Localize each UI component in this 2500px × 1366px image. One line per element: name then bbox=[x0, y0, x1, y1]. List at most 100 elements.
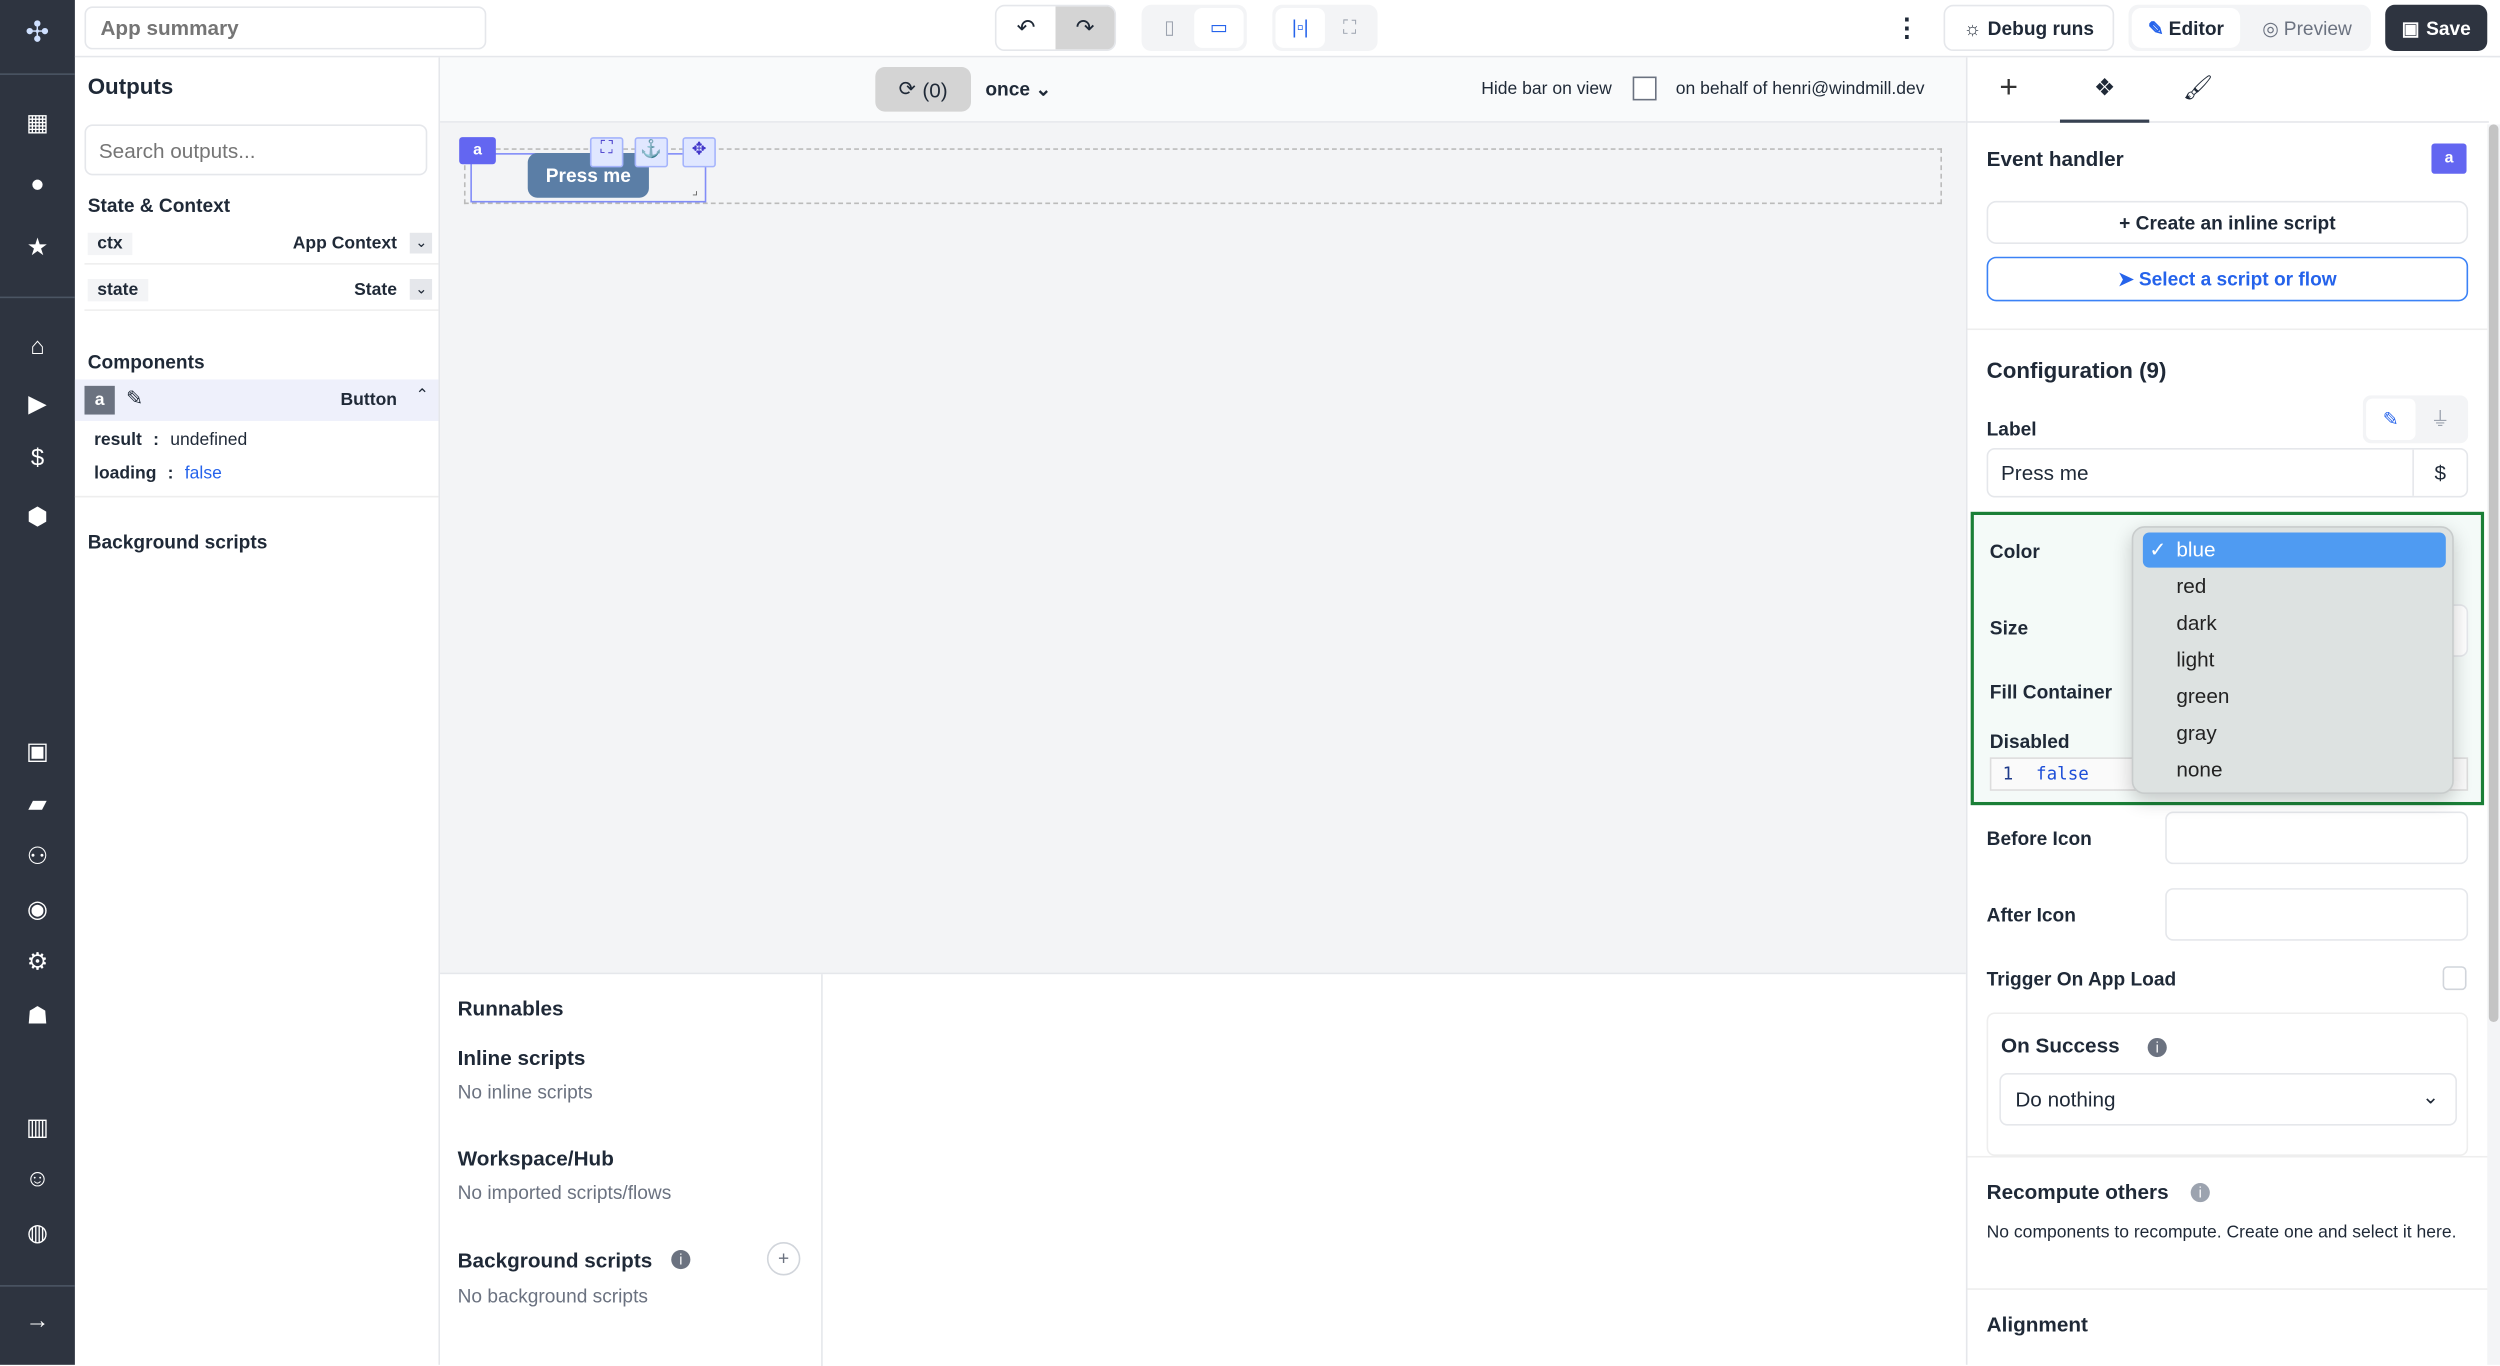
workspace-title: Workspace/Hub bbox=[457, 1146, 614, 1171]
refresh-mode-select[interactable]: once ⌄ bbox=[985, 78, 1051, 100]
after-icon-label: After Icon bbox=[1986, 904, 2076, 927]
info-icon: i bbox=[2190, 1183, 2210, 1203]
app-summary-input[interactable] bbox=[84, 6, 487, 50]
play-icon[interactable]: ▶ bbox=[0, 389, 75, 418]
resize-handle-icon[interactable]: ⌟ bbox=[692, 183, 698, 197]
more-menu-button[interactable]: ⋮ bbox=[1893, 6, 1922, 49]
github-icon[interactable]: ◍ bbox=[0, 1218, 75, 1247]
mobile-icon[interactable]: ▯ bbox=[1145, 8, 1194, 48]
refresh-icon: ⟳ bbox=[898, 76, 916, 101]
component-id-badge: a bbox=[84, 385, 115, 415]
full-width-icon[interactable]: ⛶ bbox=[1325, 8, 1374, 48]
debug-runs-button[interactable]: ☼ Debug runs bbox=[1943, 4, 2115, 52]
windmill-logo-icon[interactable]: ✣ bbox=[0, 16, 75, 49]
row-key: state bbox=[87, 279, 148, 302]
fixed-width-icon[interactable]: |▫| bbox=[1275, 7, 1325, 48]
event-handler-title: Event handler bbox=[1986, 146, 2124, 171]
desktop-icon[interactable]: ▭ bbox=[1194, 7, 1244, 48]
discord-icon[interactable]: ☺ bbox=[0, 1166, 75, 1193]
color-option-blue[interactable]: ✓ blue bbox=[2133, 533, 2452, 568]
fill-icon[interactable]: ⛶ bbox=[589, 137, 624, 168]
label-mode-toggle: ✎ ⏚ bbox=[2362, 395, 2469, 444]
chevron-down-icon: ⌄ bbox=[2422, 1084, 2440, 1109]
search-outputs-input[interactable] bbox=[84, 124, 428, 176]
dollar-icon[interactable]: $ bbox=[2412, 449, 2466, 496]
label-title: Label bbox=[1986, 417, 2037, 441]
cursor-icon: ➤ bbox=[2118, 267, 2135, 291]
dollar-icon[interactable]: $ bbox=[0, 445, 75, 472]
device-toggle: ▯ ▭ bbox=[1141, 4, 1247, 52]
color-option-gray[interactable]: gray bbox=[2133, 716, 2452, 751]
runnables-title: Runnables bbox=[457, 996, 564, 1021]
docs-icon[interactable]: ▥ bbox=[0, 1113, 75, 1141]
ctx-row[interactable]: ctx App Context ⌄ bbox=[84, 226, 439, 265]
color-dropdown: ✓ blue red dark light green gray none bbox=[2131, 526, 2454, 795]
scrollbar[interactable] bbox=[2487, 124, 2500, 1365]
color-option-dark[interactable]: dark bbox=[2133, 606, 2452, 641]
chevron-up-icon[interactable]: ⌃ bbox=[416, 387, 429, 405]
anchor-icon[interactable]: ⚓ bbox=[634, 137, 669, 168]
bug-icon: ☼ bbox=[1963, 16, 1982, 40]
editor-label: Editor bbox=[2168, 16, 2224, 40]
refresh-button[interactable]: ⟳ (0) bbox=[875, 66, 971, 112]
press-me-button[interactable]: Press me bbox=[527, 153, 649, 198]
info-icon: i bbox=[2147, 1037, 2167, 1058]
hide-bar-checkbox[interactable] bbox=[1632, 76, 1657, 101]
style-tab[interactable]: 🖌 bbox=[2183, 73, 2213, 102]
recompute-text: No components to recompute. Create one a… bbox=[1986, 1222, 2457, 1243]
redo-icon[interactable]: ↷ bbox=[1055, 6, 1115, 50]
groups-icon[interactable]: ⚇ bbox=[0, 842, 75, 870]
expand-sidebar-icon[interactable]: → bbox=[0, 1307, 75, 1334]
editor-tab[interactable]: ✎ Editor bbox=[2131, 7, 2241, 48]
user-icon[interactable]: ● bbox=[0, 171, 75, 198]
chevron-down-icon[interactable]: ⌄ bbox=[410, 232, 433, 254]
settings-icon[interactable]: ⚙ bbox=[0, 947, 75, 976]
chevron-down-icon[interactable]: ⌄ bbox=[410, 279, 433, 300]
color-option-green[interactable]: green bbox=[2133, 679, 2452, 714]
create-inline-script-button[interactable]: + Create an inline script bbox=[1986, 200, 2469, 244]
preview-tab[interactable]: ◎ Preview bbox=[2247, 8, 2368, 48]
plug-icon[interactable]: ⏚ bbox=[2416, 399, 2465, 440]
trigger-checkbox[interactable] bbox=[2442, 966, 2467, 991]
on-success-select[interactable]: Do nothing ⌄ bbox=[1999, 1073, 2457, 1126]
bot-icon[interactable]: ☗ bbox=[0, 1001, 75, 1030]
bg-scripts-title: Background scripts bbox=[457, 1248, 653, 1273]
result-field: result : undefined bbox=[94, 430, 248, 450]
eye-icon[interactable]: ◉ bbox=[0, 894, 75, 923]
folder-icon[interactable]: ▰ bbox=[0, 789, 75, 818]
apps-icon[interactable]: ▦ bbox=[0, 108, 75, 137]
outputs-panel: Outputs State & Context ctx App Context … bbox=[74, 57, 441, 1365]
alignment-title: Alignment bbox=[1986, 1312, 2088, 1337]
row-value: State bbox=[354, 280, 398, 300]
workspace-empty: No imported scripts/flows bbox=[457, 1181, 672, 1204]
components-settings-tab[interactable]: ❖ bbox=[2059, 57, 2150, 123]
before-icon-input[interactable] bbox=[2165, 811, 2469, 865]
trigger-label: Trigger On App Load bbox=[1986, 967, 2177, 991]
color-option-red[interactable]: red bbox=[2133, 569, 2452, 604]
star-icon[interactable]: ★ bbox=[0, 233, 75, 261]
row-value: App Context bbox=[292, 234, 398, 254]
undo-icon[interactable]: ↶ bbox=[997, 6, 1056, 49]
add-bg-script-button[interactable]: + bbox=[766, 1242, 801, 1276]
state-row[interactable]: state State ⌄ bbox=[84, 273, 439, 311]
resources-icon[interactable]: ⬢ bbox=[0, 502, 75, 531]
static-pencil-icon[interactable]: ✎ bbox=[2366, 398, 2416, 441]
component-id-badge[interactable]: a bbox=[459, 137, 496, 165]
eye-icon: ◎ bbox=[2262, 16, 2280, 40]
color-option-none[interactable]: none bbox=[2133, 753, 2452, 788]
color-option-light[interactable]: light bbox=[2133, 643, 2452, 678]
move-icon[interactable]: ✥ bbox=[682, 137, 716, 168]
select-script-button[interactable]: ➤ Select a script or flow bbox=[1986, 256, 2469, 302]
save-button[interactable]: ▣ Save bbox=[2385, 4, 2488, 52]
undo-redo-group: ↶ ↷ bbox=[994, 4, 1117, 52]
on-success-section: On Success i Do nothing ⌄ bbox=[1986, 1012, 2469, 1156]
calendar-icon[interactable]: ▣ bbox=[0, 737, 75, 765]
info-icon: i bbox=[671, 1250, 691, 1270]
insert-tab[interactable]: + bbox=[1999, 70, 2018, 107]
after-icon-input[interactable] bbox=[2165, 888, 2469, 941]
component-row-button[interactable]: a ✎ Button ⌃ bbox=[74, 379, 439, 421]
label-input[interactable]: Press me $ bbox=[1986, 448, 2469, 498]
pencil-icon[interactable]: ✎ bbox=[126, 386, 143, 412]
home-icon[interactable]: ⌂ bbox=[0, 333, 75, 360]
outputs-title: Outputs bbox=[87, 73, 174, 99]
